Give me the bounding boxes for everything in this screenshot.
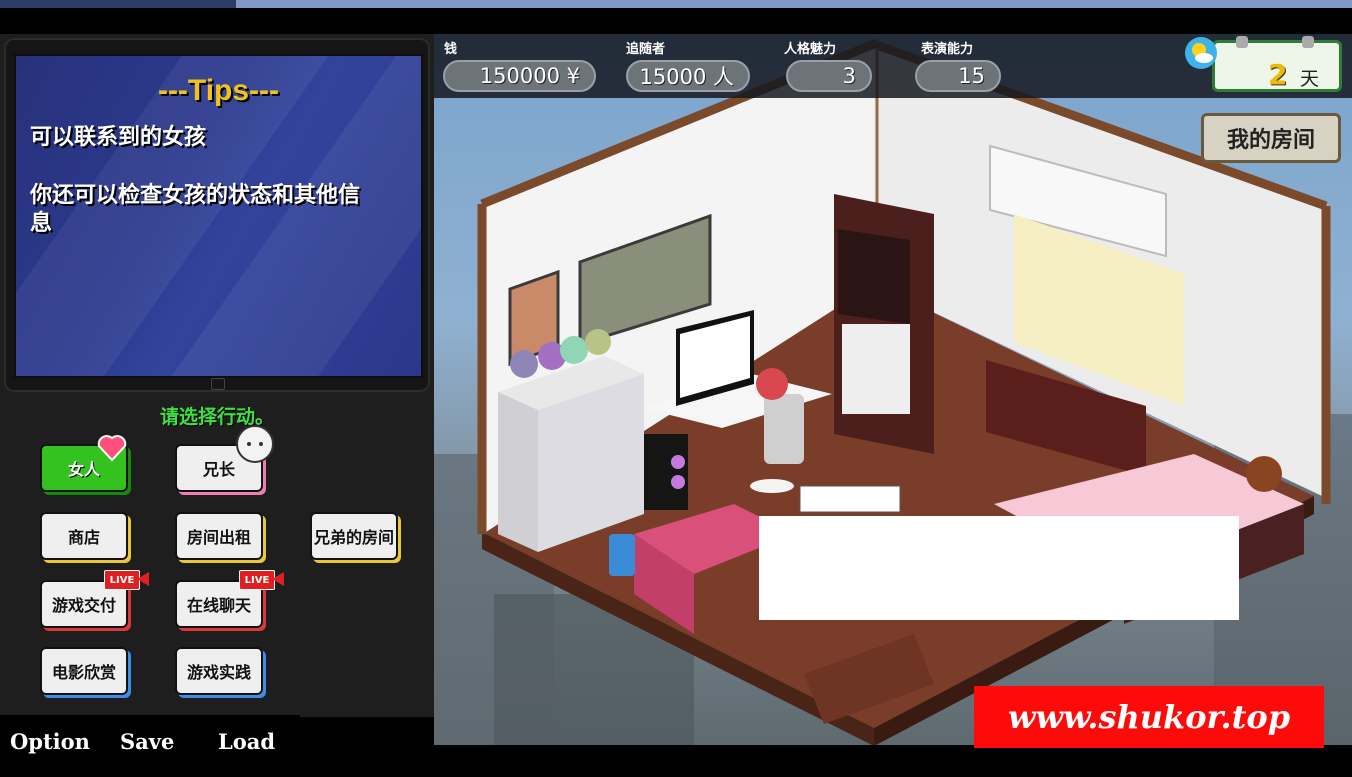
brother-avatar-icon [232, 424, 278, 464]
tips-title: ---Tips--- [157, 74, 280, 107]
day-unit: 天 [1300, 68, 1320, 90]
live-badge: LIVE [104, 568, 152, 590]
tips-line-1: 可以联系到的女孩 [30, 125, 207, 150]
brother-room-label: 兄弟的房间 [313, 528, 394, 547]
tips-screen: ---Tips--- 可以联系到的女孩 你还可以检查女孩的状态和其他信 息 [14, 54, 423, 378]
followers-label: 追随者 [626, 42, 666, 57]
money-value: 150000 ¥ [443, 60, 596, 92]
brother-label: 兄长 [202, 460, 235, 479]
live-badge-text-2: LIVE [239, 570, 275, 590]
save-button[interactable]: Save [120, 729, 174, 754]
calendar-ring [1236, 36, 1248, 48]
blank-overlay [759, 516, 1239, 620]
game-delivery-label: 游戏交付 [51, 596, 116, 615]
my-room-button[interactable]: 我的房间 [1201, 113, 1341, 163]
charm-value: 3 [786, 60, 872, 92]
day-number: 2 [1268, 58, 1288, 91]
charm-label: 人格魅力 [784, 42, 837, 57]
movie-button[interactable]: 电影欣赏 [40, 647, 128, 695]
sun-cloud-icon [1182, 34, 1220, 72]
watermark-banner: www.shukor.top [974, 686, 1324, 748]
shop-button[interactable]: 商店 [40, 512, 128, 560]
camera-icon [272, 572, 284, 586]
option-button[interactable]: Option [10, 729, 90, 754]
heart-icon [95, 430, 129, 464]
live-badge: LIVE [239, 568, 287, 590]
live-badge-text: LIVE [104, 570, 140, 590]
game-practice-label: 游戏实践 [186, 663, 251, 682]
tips-line-3: 息 [30, 211, 53, 236]
monitor-logo-icon [211, 378, 225, 390]
top-black-bar [0, 8, 1352, 34]
online-chat-label: 在线聊天 [186, 596, 251, 615]
movie-label: 电影欣赏 [51, 663, 116, 682]
action-prompt: 请选择行动。 [159, 406, 274, 428]
money-label: 钱 [444, 42, 458, 57]
rent-room-button[interactable]: 房间出租 [175, 512, 263, 560]
load-button[interactable]: Load [218, 729, 275, 754]
camera-icon [137, 572, 149, 586]
acting-label: 表演能力 [921, 42, 974, 57]
acting-value: 15 [915, 60, 1001, 92]
followers-value: 15000 人 [626, 60, 750, 92]
top-strip [0, 0, 1352, 8]
game-practice-button[interactable]: 游戏实践 [175, 647, 263, 695]
brother-room-button[interactable]: 兄弟的房间 [310, 512, 398, 560]
calendar-ring [1302, 36, 1314, 48]
rent-room-label: 房间出租 [186, 528, 251, 547]
shop-label: 商店 [67, 528, 100, 547]
tips-line-2: 你还可以检查女孩的状态和其他信 [30, 183, 361, 208]
